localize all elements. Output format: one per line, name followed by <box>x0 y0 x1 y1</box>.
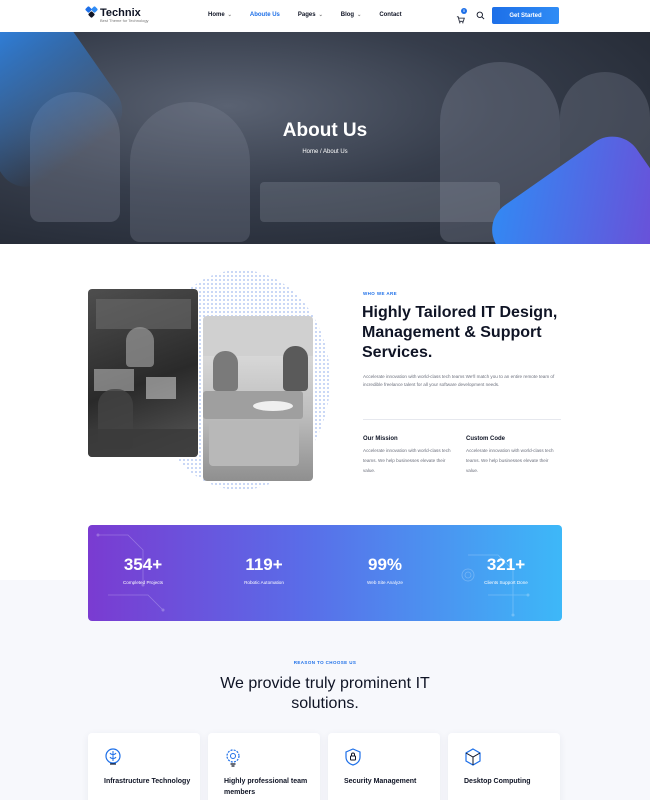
stat-label: Web Site Analyze <box>367 580 403 585</box>
reason-card[interactable]: Infrastructure Technology <box>88 733 200 800</box>
about-image-office <box>88 289 198 457</box>
reasons-heading: We provide truly prominent IT solutions. <box>0 674 650 714</box>
page-title: About Us <box>282 120 368 141</box>
stat-value: 119+ <box>245 555 283 574</box>
get-started-button[interactable]: Get Started <box>492 7 559 24</box>
chevron-down-icon: ⌄ <box>357 12 362 18</box>
brand-tagline: Best Theme for Technology <box>100 18 149 23</box>
breadcrumb[interactable]: Home / About Us <box>0 149 650 155</box>
cart-count-badge: 0 <box>461 8 467 14</box>
reason-card[interactable]: Desktop Computing <box>448 733 560 800</box>
stats-band: 354+ Completed Projects 119+ Robotic Aut… <box>88 525 562 621</box>
stat-value: 321+ <box>486 555 526 574</box>
reasons-heading-text: We provide truly prominent IT solutions. <box>220 675 430 712</box>
stat-label: Completed Projects <box>122 580 164 585</box>
about-image-lounge <box>203 316 313 481</box>
nav-pages[interactable]: Pages ⌄ <box>298 12 323 18</box>
site-header: Technix Best Theme for Technology Home ⌄ … <box>0 0 650 32</box>
custom-code-text: Accelerate innovation with world-class t… <box>466 448 554 473</box>
bulb-gear-icon <box>226 749 240 767</box>
chevron-down-icon: ⌄ <box>318 12 323 18</box>
reason-card[interactable]: Security Management <box>328 733 440 800</box>
about-eyebrow: WHO WE ARE <box>363 291 398 296</box>
nav-pages-label: Pages <box>297 12 316 18</box>
divider <box>363 419 561 420</box>
cart-icon <box>456 16 465 24</box>
nav-about-label: Aboute Us <box>249 12 280 18</box>
cube-icon <box>465 748 481 766</box>
about-description: Accelerate innovation with world-class t… <box>363 374 555 387</box>
nav-home[interactable]: Home ⌄ <box>208 12 232 18</box>
search-icon[interactable] <box>476 11 485 20</box>
nav-contact-label: Contact <box>379 12 402 18</box>
stat-value: 354+ <box>123 555 163 574</box>
nav-about[interactable]: Aboute Us <box>250 12 280 18</box>
main-nav: Home ⌄ Aboute Us Pages ⌄ Blog ⌄ Contact <box>208 12 420 18</box>
reason-card-title: Infrastructure Technology <box>104 778 191 785</box>
stat-support: 321+ Clients Support Done <box>469 555 543 585</box>
reason-card-title: Desktop Computing <box>464 778 531 785</box>
stat-label: Robotic Automation <box>244 580 284 585</box>
reasons-eyebrow: REASON TO CHOOSE US <box>293 660 357 665</box>
reason-card-title: Highly professional team members <box>224 778 308 796</box>
custom-code-heading: Custom Code <box>466 436 505 442</box>
brand-logo[interactable]: Technix Best Theme for Technology <box>84 5 149 23</box>
about-heading: Highly Tailored IT Design, Management & … <box>362 304 558 361</box>
nav-contact[interactable]: Contact <box>379 12 401 18</box>
mission-text: Accelerate innovation with world-class t… <box>363 448 451 473</box>
chevron-down-icon: ⌄ <box>227 12 232 18</box>
reason-card-title: Security Management <box>344 778 417 785</box>
logo-mark-icon <box>84 5 99 19</box>
brand-name: Technix <box>100 6 141 19</box>
stat-label: Clients Support Done <box>484 580 528 585</box>
page-hero: About Us Home / About Us <box>0 32 650 244</box>
nav-blog-label: Blog <box>340 12 355 18</box>
stat-automation: 119+ Robotic Automation <box>227 555 301 585</box>
cart-button[interactable]: 0 <box>456 8 467 24</box>
stat-analyze: 99% Web Site Analyze <box>348 555 422 585</box>
stat-value: 99% <box>367 555 403 574</box>
stat-projects: 354+ Completed Projects <box>106 555 180 585</box>
shield-lock-icon <box>345 748 361 766</box>
brain-icon <box>105 748 121 765</box>
nav-home-label: Home <box>208 12 225 18</box>
nav-blog[interactable]: Blog ⌄ <box>341 12 362 18</box>
reason-card[interactable]: Highly professional team members <box>208 733 320 800</box>
mission-heading: Our Mission <box>363 436 398 442</box>
